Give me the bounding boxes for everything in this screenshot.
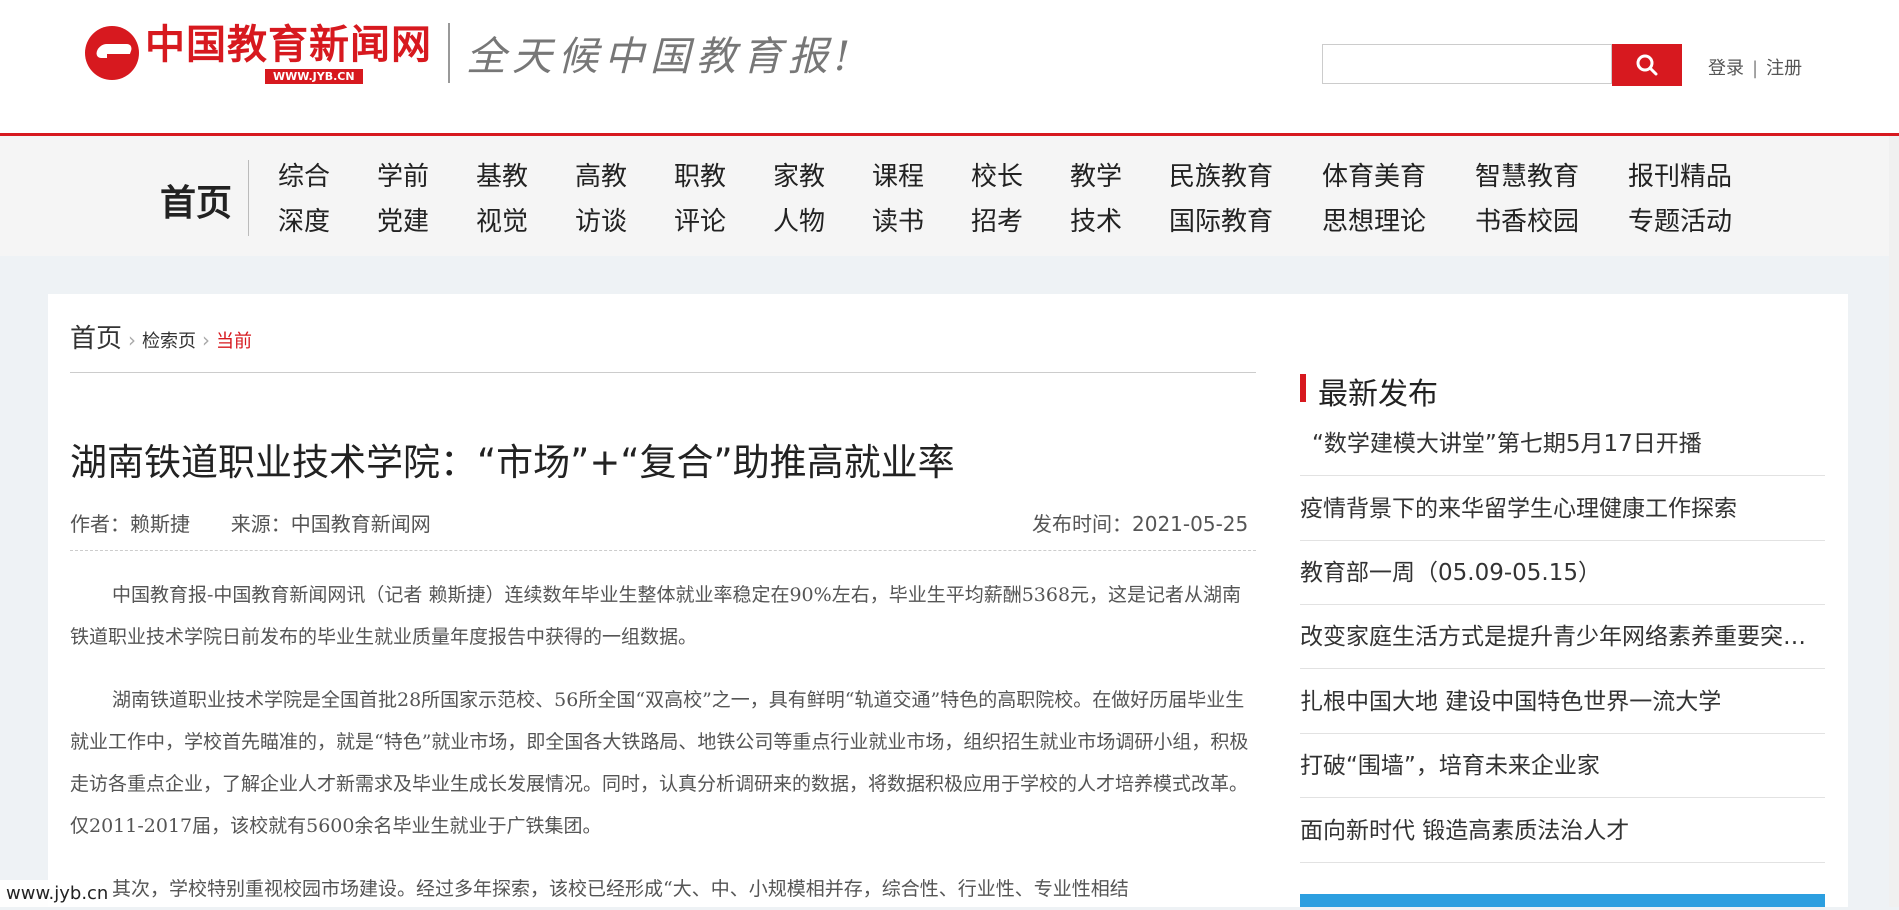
article-paragraph: 中国教育报-中国教育新闻网讯（记者 赖斯捷）连续数年毕业生整体就业率稳定在90%… (70, 584, 1242, 648)
logo-text: 中国教育新闻网 (145, 20, 432, 68)
nav-item[interactable]: 招考 (971, 201, 1023, 238)
nav-item[interactable]: 深度 (278, 201, 330, 238)
nav-home[interactable]: 首页 (160, 174, 232, 226)
breadcrumb-search[interactable]: 检索页 (142, 327, 196, 353)
search-icon (1636, 54, 1658, 76)
sidebar-title-marker (1300, 374, 1306, 402)
user-links: 登录 | 注册 (1708, 54, 1802, 80)
nav-item[interactable]: 访谈 (575, 201, 627, 238)
logo-divider (448, 23, 450, 83)
nav-item[interactable]: 评论 (674, 201, 726, 238)
nav-item[interactable]: 国际教育 (1169, 201, 1273, 238)
chevron-right-icon: › (202, 328, 211, 352)
news-item[interactable]: 面向新时代 锻造高素质法治人才 (1300, 799, 1825, 863)
nav-item[interactable]: 家教 (773, 156, 825, 193)
register-link[interactable]: 注册 (1766, 58, 1802, 79)
nav-item[interactable]: 读书 (872, 201, 924, 238)
nav-item[interactable]: 校长 (971, 156, 1023, 193)
search-button[interactable] (1612, 44, 1682, 86)
nav-item[interactable]: 高教 (575, 156, 627, 193)
nav-item[interactable]: 基教 (476, 156, 528, 193)
watermark: www.jyb.cn (0, 880, 110, 907)
nav-item[interactable]: 教学 (1070, 156, 1122, 193)
breadcrumb: 首页 › 检索页 › 当前 (70, 318, 252, 355)
article-paragraph: 湖南铁道职业技术学院是全国首批28所国家示范校、56所全国“双高校”之一，具有鲜… (70, 689, 1249, 837)
news-item[interactable]: 教育部一周（05.09-05.15） (1300, 541, 1825, 605)
nav-item[interactable]: 视觉 (476, 201, 528, 238)
news-item[interactable]: 改变家庭生活方式是提升青少年网络素养重要突破口 (1300, 605, 1825, 669)
breadcrumb-current: 当前 (216, 331, 253, 352)
nav-item[interactable]: 智慧教育 (1475, 156, 1579, 193)
nav-item[interactable]: 民族教育 (1169, 156, 1273, 193)
nav-item[interactable]: 人物 (773, 201, 825, 238)
article-meta: 作者：赖斯捷 来源：中国教育新闻网 (70, 508, 431, 537)
news-item[interactable]: 打破“围墙”，培育未来企业家 (1300, 734, 1825, 798)
article-paragraph: 其次，学校特别重视校园市场建设。经过多年探索，该校已经形成“大、中、小规模相并存… (112, 878, 1129, 900)
logo-url: WWW.JYB.CN (265, 68, 363, 84)
logo-mark-icon (85, 26, 139, 80)
site-header: 中国教育新闻网 WWW.JYB.CN 全天候中国教育报! 登录 | 注册 (0, 0, 1899, 136)
news-item[interactable]: 扎根中国大地 建设中国特色世界一流大学 (1300, 670, 1825, 734)
scrollbar[interactable] (1889, 136, 1899, 907)
article-date: 发布时间：2021-05-25 (1032, 512, 1249, 536)
nav-item[interactable]: 专题活动 (1628, 201, 1732, 238)
nav-item[interactable]: 综合 (278, 156, 330, 193)
nav-item[interactable]: 体育美育 (1322, 156, 1426, 193)
login-link[interactable]: 登录 (1708, 58, 1744, 79)
breadcrumb-divider (70, 372, 1256, 373)
link-separator: | (1752, 58, 1759, 79)
article-source: 来源：中国教育新闻网 (230, 512, 431, 536)
article-author: 作者：赖斯捷 (70, 512, 190, 536)
nav-item[interactable]: 书香校园 (1475, 201, 1579, 238)
nav-item[interactable]: 技术 (1070, 201, 1122, 238)
sidebar-banner[interactable] (1300, 894, 1825, 907)
article-title: 湖南铁道职业技术学院：“市场”+“复合”助推高就业率 (70, 441, 955, 484)
chevron-right-icon: › (128, 328, 137, 352)
nav-item[interactable]: 思想理论 (1322, 201, 1426, 238)
meta-divider (70, 550, 1256, 551)
search-input[interactable] (1322, 44, 1612, 84)
nav-item[interactable]: 报刊精品 (1628, 156, 1732, 193)
nav-item[interactable]: 课程 (872, 156, 924, 193)
news-item[interactable]: 疫情背景下的来华留学生心理健康工作探索 (1300, 477, 1825, 541)
news-item[interactable]: “数学建模大讲堂”第七期5月17日开播 (1300, 412, 1825, 476)
site-logo[interactable]: 中国教育新闻网 WWW.JYB.CN 全天候中国教育报! (85, 22, 856, 84)
nav-item[interactable]: 学前 (377, 156, 429, 193)
main-nav: 首页 综合 学前 基教 高教 职教 家教 课程 校长 教学 民族教育 体育美育 … (0, 136, 1899, 256)
nav-item[interactable]: 职教 (674, 156, 726, 193)
breadcrumb-home[interactable]: 首页 (70, 318, 122, 355)
sidebar-title: 最新发布 (1318, 377, 1438, 412)
nav-divider (248, 160, 249, 236)
site-slogan: 全天候中国教育报! (466, 34, 857, 80)
nav-item[interactable]: 党建 (377, 201, 429, 238)
